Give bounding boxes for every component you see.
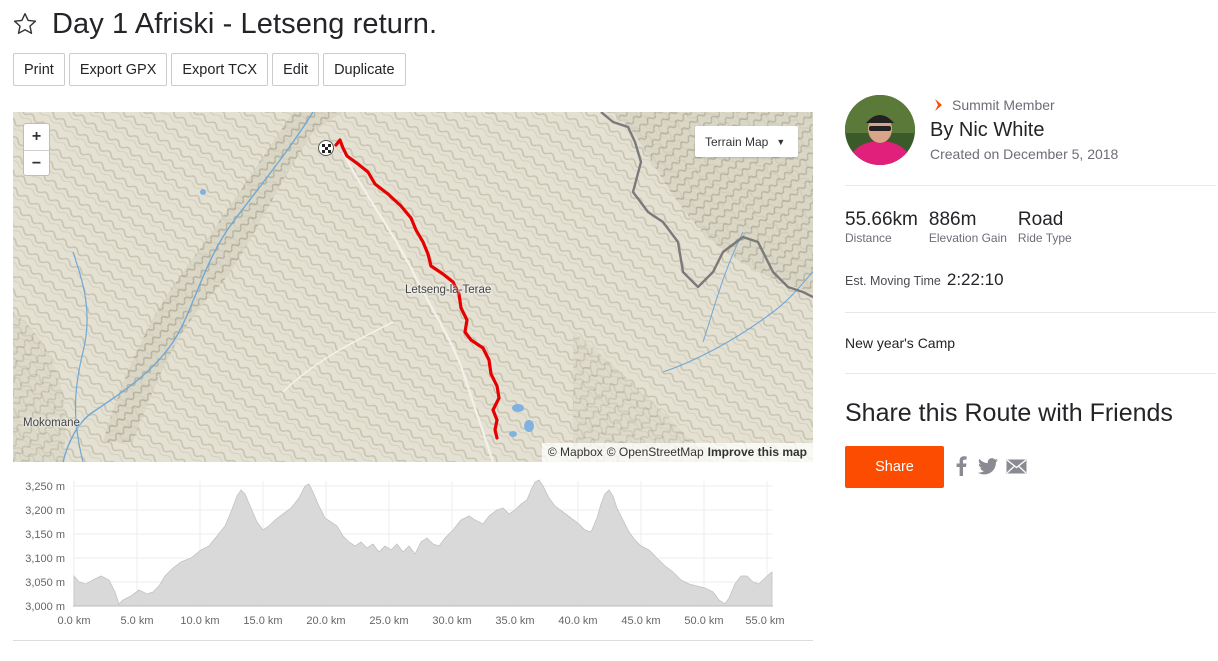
email-icon[interactable] [1005, 454, 1027, 478]
x-tick-label: 10.0 km [180, 615, 219, 626]
export-gpx-button[interactable]: Export GPX [68, 53, 168, 86]
y-tick-label: 3,050 m [25, 577, 65, 589]
x-tick-label: 25.0 km [369, 615, 408, 626]
x-tick-label: 55.0 km [745, 615, 784, 626]
map-type-label: Terrain Map [705, 134, 769, 149]
caret-down-icon: ▼ [776, 136, 786, 147]
athlete-name-link[interactable]: By Nic White [930, 119, 1044, 142]
y-tick-label: 3,000 m [25, 601, 65, 613]
moving-time-label: Est. Moving Time [845, 274, 941, 288]
y-tick-label: 3,250 m [25, 481, 65, 493]
osm-attribution-link[interactable]: © OpenStreetMap [607, 445, 704, 462]
route-description: New year's Camp [845, 335, 956, 351]
summit-member-badge: Summit Member [932, 97, 1055, 113]
stat-distance: 55.66km Distance [845, 209, 918, 245]
divider [845, 185, 1216, 186]
elevation-profile[interactable]: 3,250 m 3,200 m 3,150 m 3,100 m 3,050 m … [13, 476, 813, 627]
moving-time-value: 2:22:10 [946, 270, 1004, 289]
stat-value: Road [1017, 209, 1064, 230]
avatar[interactable] [845, 95, 915, 165]
map-attribution: © Mapbox © OpenStreetMap Improve this ma… [541, 443, 813, 462]
x-tick-label: 15.0 km [243, 615, 282, 626]
facebook-icon[interactable] [950, 454, 972, 478]
stat-ride-type: Road Ride Type [1018, 209, 1072, 245]
route-toolbar: Print Export GPX Export TCX Edit Duplica… [13, 53, 406, 86]
stat-label: Elevation Gain [928, 231, 1007, 245]
y-tick-label: 3,150 m [25, 529, 65, 541]
x-tick-label: 45.0 km [621, 615, 660, 626]
twitter-icon[interactable] [977, 454, 999, 478]
map-type-dropdown[interactable]: Terrain Map ▼ [695, 126, 798, 157]
edit-button[interactable]: Edit [272, 53, 320, 86]
created-date: Created on December 5, 2018 [930, 146, 1119, 162]
moving-time: Est. Moving Time 2:22:10 [845, 270, 1004, 290]
export-tcx-button[interactable]: Export TCX [171, 53, 269, 86]
page-title: Day 1 Afriski - Letseng return. [52, 7, 438, 40]
title-row: Day 1 Afriski - Letseng return. [12, 6, 437, 42]
elevation-x-ticks: 0.0 km 5.0 km 10.0 km 15.0 km 20.0 km 25… [57, 615, 784, 627]
x-tick-label: 35.0 km [495, 615, 534, 626]
stat-value: 55.66km [845, 209, 918, 230]
x-tick-label: 20.0 km [306, 615, 345, 626]
divider [845, 373, 1216, 374]
x-tick-label: 0.0 km [57, 615, 90, 626]
x-tick-label: 50.0 km [684, 615, 723, 626]
x-tick-label: 40.0 km [558, 615, 597, 626]
duplicate-button[interactable]: Duplicate [323, 53, 406, 86]
x-tick-label: 5.0 km [120, 615, 153, 626]
badge-label: Summit Member [952, 97, 1055, 113]
print-button[interactable]: Print [13, 53, 65, 86]
stat-value: 886m [928, 209, 977, 230]
improve-map-link[interactable]: Improve this map [708, 445, 807, 462]
y-tick-label: 3,200 m [25, 505, 65, 517]
elevation-chart: 3,250 m 3,200 m 3,150 m 3,100 m 3,050 m … [25, 479, 785, 627]
place-label-letseng: Letseng-la-Terae [405, 284, 492, 296]
mapbox-attribution-link[interactable]: © Mapbox [548, 445, 603, 462]
x-tick-label: 30.0 km [432, 615, 471, 626]
stat-elevation: 886m Elevation Gain [929, 209, 1007, 245]
finish-flag-icon [318, 140, 334, 156]
stat-label: Ride Type [1017, 231, 1072, 245]
divider [13, 640, 813, 641]
zoom-out-button[interactable]: − [24, 150, 49, 176]
zoom-in-button[interactable]: + [24, 124, 49, 150]
divider [845, 312, 1216, 313]
route-map[interactable]: + − Terrain Map ▼ Letseng-la-Terae Mokom… [13, 112, 813, 462]
share-heading: Share this Route with Friends [845, 399, 1173, 427]
zoom-control: + − [23, 123, 50, 176]
stat-label: Distance [845, 231, 892, 245]
elevation-y-ticks: 3,250 m 3,200 m 3,150 m 3,100 m 3,050 m … [25, 481, 65, 613]
elevation-area [73, 479, 773, 607]
star-icon[interactable] [12, 11, 38, 37]
summit-chevron-icon [935, 99, 942, 111]
share-button[interactable]: Share [845, 446, 944, 488]
place-label-mokomane: Mokomane [23, 417, 80, 429]
route-stats: 55.66km Distance 886m Elevation Gain Roa… [845, 209, 1083, 245]
y-tick-label: 3,100 m [25, 553, 65, 565]
